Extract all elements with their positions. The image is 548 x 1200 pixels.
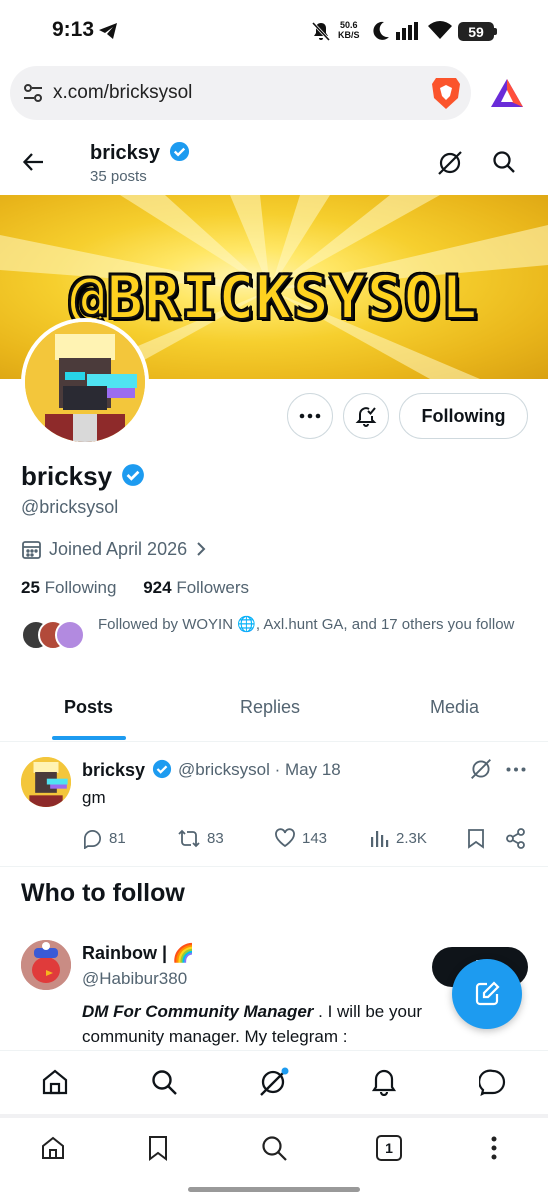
- repost-icon: [178, 829, 200, 848]
- more-options-button[interactable]: [287, 393, 333, 439]
- header-posts-count: 35 posts: [90, 168, 147, 185]
- following-count: 25: [21, 578, 40, 597]
- suggested-user-handle[interactable]: @Habibur380: [82, 969, 187, 989]
- suggested-user-name[interactable]: Rainbow | 🌈: [82, 943, 194, 964]
- tweet-handle-date[interactable]: @bricksysol · May 18: [178, 760, 341, 780]
- battery-indicator: 59: [458, 22, 494, 41]
- divider: [0, 741, 548, 742]
- grok-icon[interactable]: [470, 758, 492, 780]
- bookmark-icon[interactable]: [467, 828, 485, 849]
- network-speed-value: 50.6: [339, 20, 358, 30]
- repost-button[interactable]: 83: [177, 828, 224, 849]
- signal-icon: [396, 22, 422, 40]
- battery-cap: [494, 28, 497, 35]
- reply-icon: [84, 830, 101, 849]
- search-icon[interactable]: [492, 150, 516, 174]
- pixel-art-avatar: [21, 757, 71, 807]
- bio-bold-text: DM For Community Manager: [82, 1002, 314, 1021]
- browser-tabs-icon[interactable]: 1: [369, 1128, 409, 1168]
- followed-by-text[interactable]: Followed by WOYIN 🌐, Axl.hunt GA, and 17…: [98, 615, 518, 635]
- notifications-bell-button[interactable]: [343, 393, 389, 439]
- browser-bookmark-icon[interactable]: [138, 1128, 178, 1168]
- following-link[interactable]: 25 Following: [21, 578, 116, 597]
- pixel-art-avatar: [25, 322, 145, 442]
- follower-avatar: [55, 620, 85, 650]
- verified-badge-icon: [169, 141, 189, 162]
- home-indicator[interactable]: [188, 1187, 360, 1192]
- mute-icon: [310, 20, 332, 42]
- reply-button[interactable]: 81: [82, 828, 126, 849]
- wifi-icon: [428, 21, 452, 40]
- brave-shield-icon[interactable]: [430, 76, 462, 110]
- network-speed-unit: KB/S: [338, 30, 360, 40]
- repost-count: 83: [207, 830, 224, 847]
- tweet-avatar[interactable]: [21, 757, 71, 807]
- url-text[interactable]: x.com/bricksysol: [53, 82, 192, 104]
- banner-text-fill: @BRICKSYSOL: [69, 262, 479, 334]
- tweet-author-name-text: bricksy: [82, 760, 146, 780]
- profile-handle: @bricksysol: [21, 497, 119, 517]
- grok-icon[interactable]: [437, 150, 463, 176]
- profile-avatar[interactable]: [21, 318, 149, 446]
- followers-link[interactable]: 924 Followers: [143, 578, 249, 597]
- display-name-text: bricksy: [21, 461, 113, 491]
- share-icon[interactable]: [505, 828, 526, 849]
- tweet-text: gm: [82, 788, 106, 807]
- profile-display-name: bricksy: [21, 461, 145, 492]
- followed-by-avatars[interactable]: [21, 620, 85, 650]
- reply-count: 81: [109, 830, 126, 847]
- follow-stats: 25 Following 924 Followers: [21, 578, 249, 598]
- nav-search-icon[interactable]: [144, 1062, 184, 1102]
- nav-messages-icon[interactable]: [473, 1062, 513, 1102]
- suggested-user-avatar-art: [21, 940, 71, 990]
- suggested-user-bio: DM For Community Manager . I will be you…: [82, 999, 462, 1049]
- divider: [0, 1114, 548, 1118]
- nav-home-icon[interactable]: [35, 1062, 75, 1102]
- nav-grok-icon[interactable]: [254, 1062, 294, 1102]
- header-name-text: bricksy: [90, 142, 161, 164]
- who-to-follow-title: Who to follow: [21, 879, 185, 907]
- followers-count: 924: [143, 578, 172, 597]
- browser-menu-icon[interactable]: [474, 1128, 514, 1168]
- network-speed: 50.6 KB/S: [338, 20, 360, 40]
- compose-post-button[interactable]: [452, 959, 522, 1029]
- telegram-icon: [98, 22, 118, 40]
- calendar-icon: [21, 539, 42, 560]
- bell-check-icon: [355, 407, 377, 427]
- tab-posts[interactable]: Posts: [64, 697, 113, 718]
- site-settings-icon[interactable]: [22, 82, 44, 104]
- divider: [0, 866, 548, 867]
- header-profile-name: bricksy: [90, 141, 190, 165]
- joined-date-text: Joined April 2026: [49, 539, 188, 559]
- chevron-right-icon: [197, 542, 206, 556]
- tab-media[interactable]: Media: [430, 697, 479, 718]
- verified-badge-icon: [122, 464, 145, 486]
- views-button[interactable]: 2.3K: [370, 828, 427, 848]
- suggested-user-avatar[interactable]: [21, 940, 71, 990]
- like-count: 143: [302, 829, 328, 847]
- active-tab-indicator: [52, 736, 126, 740]
- verified-badge-icon: [152, 759, 172, 779]
- like-button[interactable]: 143: [274, 828, 327, 848]
- views-count: 2.3K: [396, 829, 427, 847]
- tab-replies[interactable]: Replies: [240, 697, 300, 718]
- back-arrow-icon[interactable]: [22, 150, 46, 174]
- tweet-more-icon[interactable]: [506, 767, 526, 772]
- brave-rewards-icon[interactable]: [490, 78, 524, 108]
- joined-date[interactable]: Joined April 2026: [49, 539, 206, 560]
- compose-icon: [475, 981, 500, 1006]
- followers-label: Followers: [176, 578, 250, 597]
- tab-count: 1: [376, 1135, 402, 1161]
- tweet-author-name[interactable]: bricksy: [82, 759, 172, 781]
- browser-home-icon[interactable]: [33, 1128, 73, 1168]
- nav-notifications-icon[interactable]: [364, 1062, 404, 1102]
- status-time: 9:13: [52, 18, 95, 41]
- views-chart-icon: [371, 831, 389, 847]
- following-label: Following: [44, 578, 117, 597]
- following-button[interactable]: Following: [399, 393, 528, 439]
- dnd-moon-icon: [372, 21, 390, 41]
- more-dots-icon: [299, 413, 321, 419]
- heart-icon: [275, 828, 295, 848]
- browser-search-icon[interactable]: [254, 1128, 294, 1168]
